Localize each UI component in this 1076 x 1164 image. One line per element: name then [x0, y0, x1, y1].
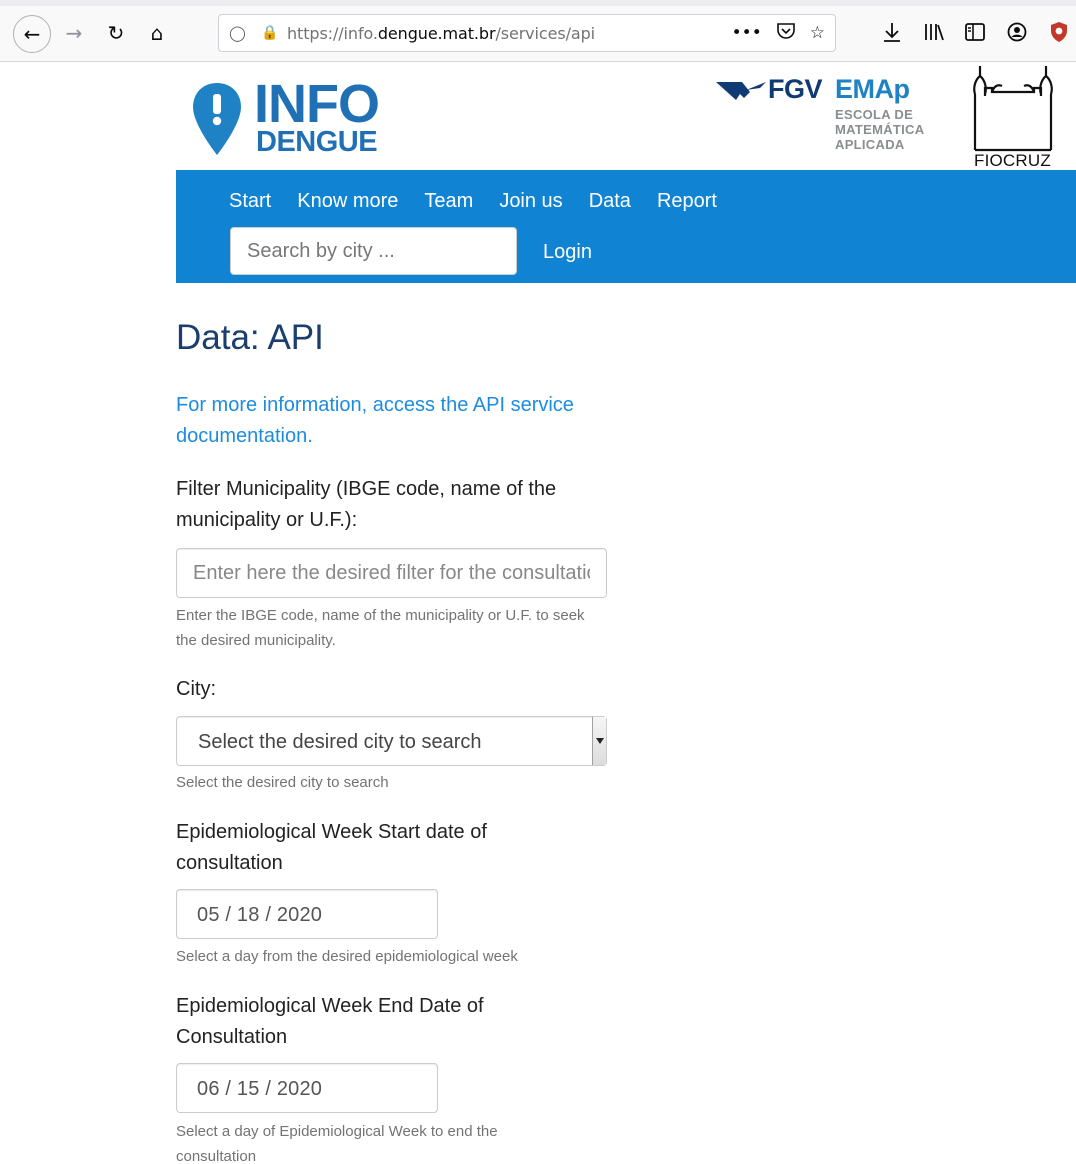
end-date-input[interactable]: 06 / 15 / 2020: [176, 1063, 438, 1113]
end-week-help: Select a day of Epidemiological Week to …: [176, 1123, 498, 1164]
search-city-input[interactable]: [230, 227, 517, 275]
start-week-help: Select a day from the desired epidemiolo…: [176, 948, 518, 965]
url-text[interactable]: https://info.dengue.mat.br/services/api: [287, 24, 595, 43]
end-date-value: 06 / 15 / 2020: [197, 1078, 323, 1100]
logo-info-word: INFO: [254, 74, 380, 134]
fiocruz-castle-icon: [973, 66, 1053, 152]
city-select-value: Select the desired city to search: [198, 731, 482, 753]
nav-item-report[interactable]: Report: [657, 186, 717, 216]
downloads-icon[interactable]: [879, 18, 905, 46]
reload-icon[interactable]: ↻: [99, 16, 133, 50]
back-arrow-icon[interactable]: ←: [13, 15, 51, 53]
start-week-label: Epidemiological Week Start date of consu…: [176, 821, 487, 874]
url-prefix: https://info.: [287, 23, 378, 43]
pocket-icon[interactable]: [776, 22, 796, 45]
city-select[interactable]: Select the desired city to search: [176, 716, 607, 766]
nav-item-data[interactable]: Data: [589, 186, 631, 216]
forward-arrow-icon[interactable]: →: [57, 16, 91, 50]
page-title: Data: API: [176, 318, 324, 357]
nav-item-join-us[interactable]: Join us: [499, 186, 562, 216]
library-icon[interactable]: [921, 18, 947, 46]
browser-toolbar: ← → ↻ ⌂ ◯ 🔒 https://info.dengue.mat.br/s…: [0, 0, 1076, 62]
site-header: INFO DENGUE FGV EMAp ESCOLA DE MATEMÁTIC…: [176, 62, 1076, 170]
escola-line-3: APLICADA: [835, 137, 905, 152]
city-help: Select the desired city to search: [176, 774, 389, 791]
url-path: /services/api: [495, 23, 595, 43]
url-actions: ••• ☆: [732, 15, 825, 51]
lock-icon[interactable]: 🔒: [261, 25, 278, 41]
map-pin-icon: [193, 83, 241, 155]
nav-links: Start Know more Team Join us Data Report: [229, 186, 743, 216]
fgv-chevron-icon: [716, 82, 766, 100]
ublock-shield-icon[interactable]: [1046, 18, 1072, 46]
account-icon[interactable]: [1004, 18, 1030, 46]
infodengue-logo[interactable]: INFO DENGUE: [192, 77, 392, 157]
start-date-input[interactable]: 05 / 18 / 2020: [176, 889, 438, 939]
bookmark-star-icon[interactable]: ☆: [810, 23, 825, 43]
logo-fgv-word: FGV: [768, 74, 823, 104]
home-icon[interactable]: ⌂: [140, 16, 174, 50]
nav-item-know-more[interactable]: Know more: [297, 186, 398, 216]
api-documentation-link[interactable]: For more information, access the API ser…: [176, 390, 616, 452]
filter-municipality-input[interactable]: [176, 548, 607, 598]
sidebar-icon[interactable]: [962, 18, 988, 46]
nav-item-team[interactable]: Team: [424, 186, 473, 216]
login-link[interactable]: Login: [543, 238, 592, 266]
escola-line-2: MATEMÁTICA: [835, 122, 925, 137]
url-domain: dengue.mat.br: [377, 23, 496, 43]
address-bar[interactable]: ◯ 🔒 https://info.dengue.mat.br/services/…: [218, 14, 836, 52]
escola-line-1: ESCOLA DE: [835, 107, 914, 122]
filter-municipality-label: Filter Municipality (IBGE code, name of …: [176, 478, 557, 531]
logo-emap-word: EMAp: [835, 74, 910, 104]
logo-escola-text: ESCOLA DE MATEMÁTICA APLICADA: [835, 107, 924, 152]
page-actions-icon[interactable]: •••: [732, 23, 762, 43]
filter-municipality-help: Enter the IBGE code, name of the municip…: [176, 607, 585, 649]
dropdown-arrow-icon[interactable]: [592, 717, 606, 765]
nav-item-start[interactable]: Start: [229, 186, 271, 216]
fiocruz-logo[interactable]: FIOCRUZ: [972, 62, 1062, 170]
start-date-value: 05 / 18 / 2020: [197, 904, 323, 926]
fgv-emap-logo[interactable]: FGV EMAp ESCOLA DE MATEMÁTICA APLICADA: [716, 74, 956, 154]
logo-fiocruz-word: FIOCRUZ: [974, 151, 1051, 170]
main-navbar: Start Know more Team Join us Data Report…: [176, 170, 1076, 283]
city-label: City:: [176, 678, 216, 700]
logo-dengue-word: DENGUE: [256, 126, 378, 158]
tracking-shield-icon[interactable]: ◯: [229, 24, 247, 42]
tab-strip-edge: [0, 0, 1076, 6]
end-week-label: Epidemiological Week End Date of Consult…: [176, 995, 484, 1048]
